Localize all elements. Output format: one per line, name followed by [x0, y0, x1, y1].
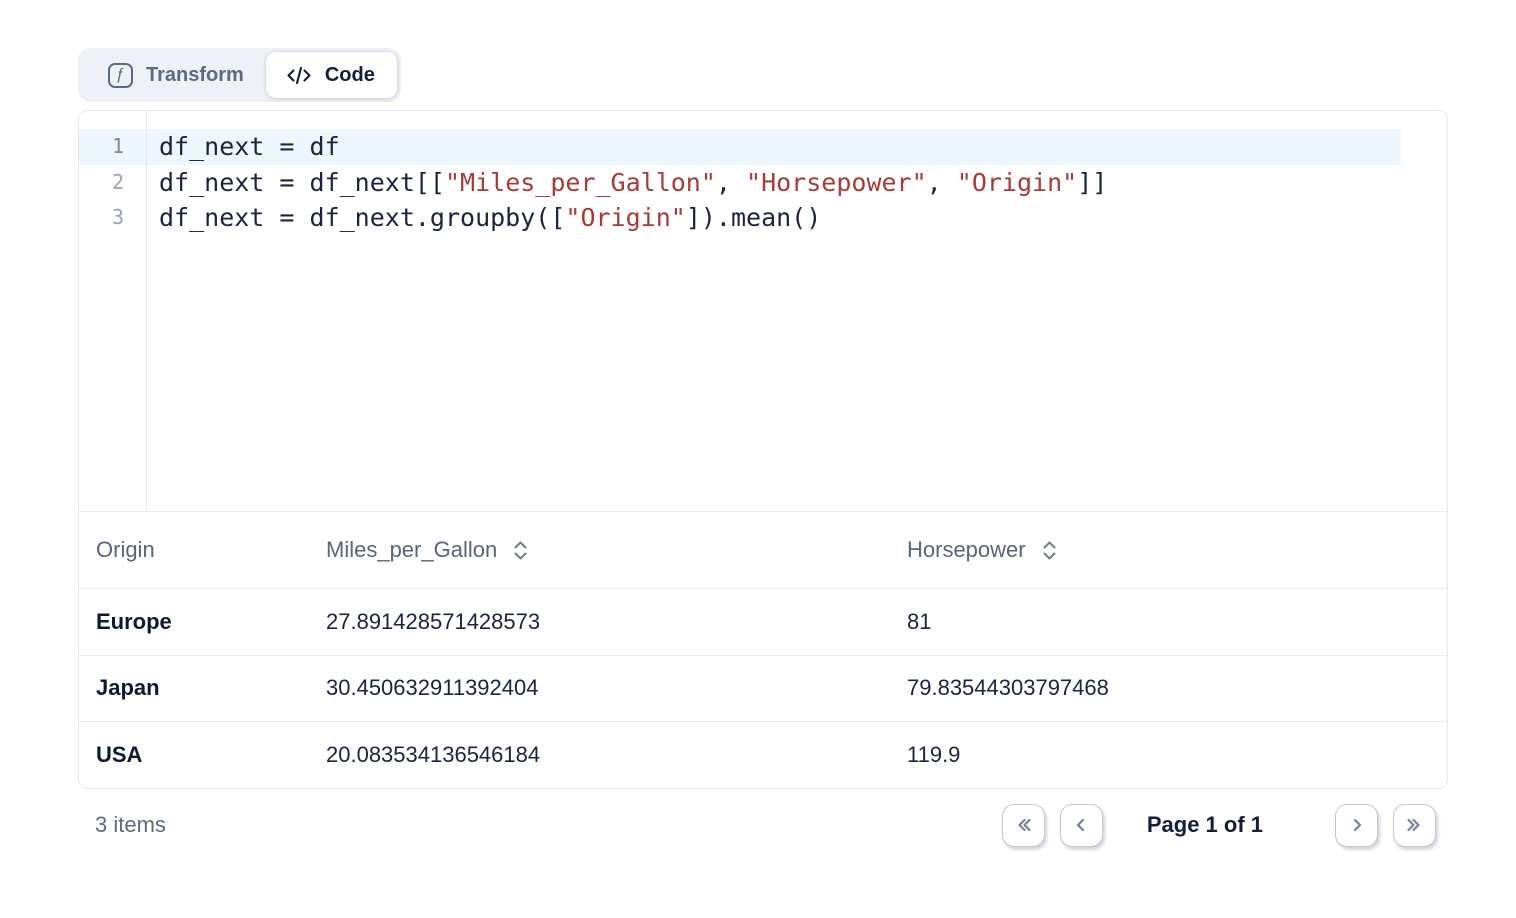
- previous-page-button[interactable]: [1060, 804, 1103, 847]
- column-header-label: Horsepower: [907, 537, 1026, 563]
- sort-icon: [1041, 539, 1058, 562]
- page-indicator: Page 1 of 1: [1147, 812, 1263, 838]
- column-header-label: Miles_per_Gallon: [326, 537, 497, 563]
- code-results-panel: 1 df_next = df 2 df_next = df_next[["Mil…: [78, 110, 1448, 789]
- last-page-icon: [1403, 813, 1427, 837]
- function-icon: ƒ: [108, 63, 133, 88]
- first-page-icon: [1011, 813, 1035, 837]
- sort-button[interactable]: [1041, 539, 1058, 562]
- cell-origin: Japan: [79, 675, 309, 701]
- previous-page-icon: [1069, 813, 1093, 837]
- cell-miles-per-gallon: 30.450632911392404: [309, 675, 890, 701]
- sort-button[interactable]: [512, 539, 529, 562]
- code-icon: [286, 65, 312, 86]
- cell-horsepower: 119.9: [890, 742, 1447, 768]
- tab-transform[interactable]: ƒ Transform: [82, 52, 266, 98]
- tab-code[interactable]: Code: [266, 52, 397, 98]
- code-lines: 1 df_next = df 2 df_next = df_next[["Mil…: [79, 129, 1447, 236]
- column-header-label: Origin: [96, 537, 155, 563]
- next-page-button[interactable]: [1335, 804, 1378, 847]
- tab-transform-label: Transform: [146, 64, 244, 87]
- last-page-button[interactable]: [1393, 804, 1436, 847]
- first-page-button[interactable]: [1002, 804, 1045, 847]
- column-header-miles_per_gallon: Miles_per_Gallon: [309, 537, 890, 563]
- code-line-text: df_next = df: [146, 129, 340, 165]
- cell-miles-per-gallon: 20.083534136546184: [309, 742, 890, 768]
- pagination: Page 1 of 1: [1002, 804, 1448, 847]
- cell-horsepower: 79.83544303797468: [890, 675, 1447, 701]
- table-row: Japan 30.450632911392404 79.835443037974…: [79, 656, 1447, 723]
- line-number: 2: [79, 165, 146, 201]
- column-header-origin: Origin: [79, 537, 309, 563]
- table-footer: 3 items Page 1 of 1: [78, 789, 1448, 861]
- code-editor[interactable]: 1 df_next = df 2 df_next = df_next[["Mil…: [79, 111, 1447, 512]
- table-row: USA 20.083534136546184 119.9: [79, 722, 1447, 789]
- table-body: Europe 27.891428571428573 81 Japan 30.45…: [79, 589, 1447, 789]
- table-row: Europe 27.891428571428573 81: [79, 589, 1447, 656]
- code-line-text: df_next = df_next.groupby(["Origin"]).me…: [146, 200, 821, 236]
- line-number: 3: [79, 200, 146, 236]
- column-header-horsepower: Horsepower: [890, 537, 1447, 563]
- transform-cell: ƒ Transform Code 1 df_next = df 2 df_nex…: [0, 0, 1516, 918]
- code-line: 1 df_next = df: [79, 129, 1401, 165]
- cell-miles-per-gallon: 27.891428571428573: [309, 609, 890, 635]
- cell-origin: USA: [79, 742, 309, 768]
- sort-icon: [512, 539, 529, 562]
- items-count: 3 items: [78, 812, 166, 838]
- next-page-icon: [1345, 813, 1369, 837]
- gutter-divider: [146, 111, 147, 511]
- code-line: 3 df_next = df_next.groupby(["Origin"]).…: [79, 200, 1401, 236]
- line-number: 1: [79, 129, 146, 165]
- tab-code-label: Code: [325, 64, 375, 87]
- cell-origin: Europe: [79, 609, 309, 635]
- code-line-text: df_next = df_next[["Miles_per_Gallon", "…: [146, 165, 1107, 201]
- editor-mode-tabs: ƒ Transform Code: [78, 48, 401, 102]
- cell-horsepower: 81: [890, 609, 1447, 635]
- code-line: 2 df_next = df_next[["Miles_per_Gallon",…: [79, 165, 1401, 201]
- table-header: Origin Miles_per_Gallon Horsepower: [79, 512, 1447, 589]
